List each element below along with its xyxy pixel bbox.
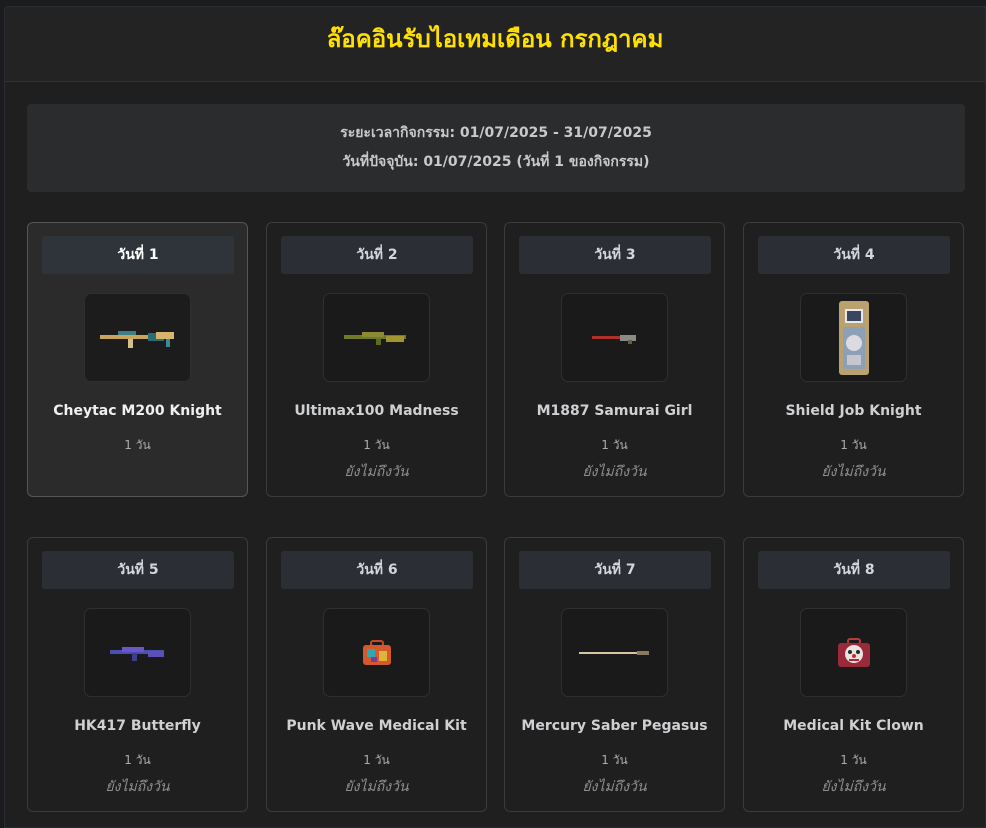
item-name: Shield Job Knight (785, 403, 922, 419)
item-duration: 1 วัน (124, 438, 151, 452)
day-label: วันที่ 1 (42, 236, 234, 274)
clown-medical-kit-icon (837, 637, 870, 667)
login-reward-panel: ล๊อคอินรับไอเทมเดือน กรกฎาคม ระยะเวลากิจ… (4, 6, 986, 828)
day-label: วันที่ 2 (281, 236, 473, 274)
day-label: วันที่ 8 (758, 551, 950, 589)
item-thumbnail (84, 608, 191, 697)
item-name: Cheytac M200 Knight (53, 403, 222, 419)
item-thumbnail (800, 608, 907, 697)
item-name: M1887 Samurai Girl (536, 403, 693, 419)
assault-rifle-icon (109, 646, 164, 661)
reward-card-day-5[interactable]: วันที่ 5 HK417 Butterfly 1 วัน ยังไม่ถึง… (27, 537, 248, 812)
item-duration: 1 วัน (124, 753, 151, 767)
reward-card-day-6[interactable]: วันที่ 6 Punk Wave Medical Kit 1 วัน ยัง… (266, 537, 487, 812)
item-name: Punk Wave Medical Kit (286, 718, 467, 734)
shield-icon (838, 300, 869, 375)
item-thumbnail (561, 293, 668, 382)
item-status: ยังไม่ถึงวัน (582, 779, 647, 795)
item-duration: 1 วัน (840, 438, 867, 452)
page-title: ล๊อคอินรับไอเทมเดือน กรกฎาคม (326, 24, 664, 53)
item-thumbnail (323, 293, 430, 382)
item-status: ยังไม่ถึงวัน (821, 779, 886, 795)
item-duration: 1 วัน (840, 753, 867, 767)
item-thumbnail (84, 293, 191, 382)
item-status: ยังไม่ถึงวัน (105, 779, 170, 795)
reward-card-day-8[interactable]: วันที่ 8 Medical Kit Clown 1 วัน ยังไม่ถ… (743, 537, 964, 812)
item-name: Mercury Saber Pegasus (521, 718, 708, 734)
item-name: Medical Kit Clown (783, 718, 924, 734)
event-info-box: ระยะเวลากิจกรรม: 01/07/2025 - 31/07/2025… (27, 104, 965, 192)
medical-kit-icon (362, 639, 391, 665)
item-thumbnail (561, 608, 668, 697)
day-label: วันที่ 5 (42, 551, 234, 589)
day-label: วันที่ 3 (519, 236, 711, 274)
item-thumbnail (323, 608, 430, 697)
day-label: วันที่ 4 (758, 236, 950, 274)
item-duration: 1 วัน (363, 438, 390, 452)
saber-icon (578, 650, 649, 655)
day-label: วันที่ 6 (281, 551, 473, 589)
page-header: ล๊อคอินรับไอเทมเดือน กรกฎาคม (5, 7, 985, 82)
item-name: Ultimax100 Madness (294, 403, 459, 419)
event-period: ระยะเวลากิจกรรม: 01/07/2025 - 31/07/2025 (340, 125, 652, 141)
sniper-rifle-icon (99, 330, 174, 348)
item-status: ยังไม่ถึงวัน (344, 464, 409, 480)
item-name: HK417 Butterfly (74, 718, 201, 734)
item-status: ยังไม่ถึงวัน (582, 464, 647, 480)
item-duration: 1 วัน (601, 438, 628, 452)
item-thumbnail (800, 293, 907, 382)
day-label: วันที่ 7 (519, 551, 711, 589)
item-status: ยังไม่ถึงวัน (344, 779, 409, 795)
reward-card-day-2[interactable]: วันที่ 2 Ultimax100 Madness 1 วัน ยังไม่… (266, 222, 487, 497)
machine-gun-icon (343, 331, 406, 345)
reward-card-day-4[interactable]: วันที่ 4 Shield Job Knight 1 วัน ยังไม่ถ… (743, 222, 964, 497)
reward-card-day-1[interactable]: วันที่ 1 Cheytac M200 Knight 1 วัน (27, 222, 248, 497)
current-date: วันที่ปัจจุบัน: 01/07/2025 (วันที่ 1 ของ… (342, 154, 650, 170)
item-duration: 1 วัน (601, 753, 628, 767)
item-status: ยังไม่ถึงวัน (821, 464, 886, 480)
item-duration: 1 วัน (363, 753, 390, 767)
reward-card-day-3[interactable]: วันที่ 3 M1887 Samurai Girl 1 วัน ยังไม่… (504, 222, 725, 497)
shotgun-icon (591, 334, 636, 344)
reward-card-day-7[interactable]: วันที่ 7 Mercury Saber Pegasus 1 วัน ยัง… (504, 537, 725, 812)
